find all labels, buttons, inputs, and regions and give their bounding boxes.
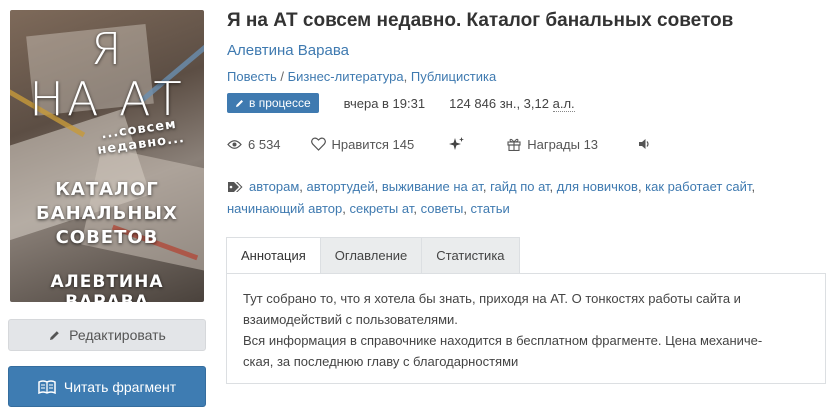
genre-link[interactable]: Повесть [227, 69, 277, 84]
heart-icon [310, 137, 326, 151]
tag-link[interactable]: начинающий автор [227, 201, 342, 216]
edit-button-label: Редактировать [69, 327, 166, 343]
gift-icon [507, 138, 521, 151]
book-icon [38, 379, 56, 394]
annotation-panel: Тут собрано то, что я хотела бы знать, п… [226, 273, 826, 384]
eye-icon [227, 139, 242, 149]
likes-label: Нравится 145 [331, 136, 415, 152]
pencil-icon [48, 329, 61, 342]
genres: Повесть / Бизнес-литература, Публицистик… [227, 69, 497, 84]
book-cover[interactable]: Я НА АТ ...совсем недавно... КАТАЛОГ БАН… [10, 10, 204, 302]
cover-catalog-line-2: БАНАЛЬНЫХ СОВЕТОВ [36, 203, 178, 248]
pencil-icon [236, 100, 243, 107]
cover-catalog-text: КАТАЛОГ БАНАЛЬНЫХ СОВЕТОВ [10, 178, 204, 250]
annotation-line: Тут собрано то, что я хотела бы знать, п… [243, 291, 741, 306]
cover-title-line-1: Я [90, 24, 124, 75]
genre-link[interactable]: Бизнес-литература [288, 69, 404, 84]
updated-time: вчера в 19:31 [343, 95, 426, 111]
sparkle-button[interactable] [449, 137, 465, 151]
tag-link[interactable]: гайд по ат [490, 179, 549, 194]
cover-catalog-line-1: КАТАЛОГ [55, 179, 159, 200]
tag-link[interactable]: статьи [471, 201, 510, 216]
views-count: 6 534 [248, 136, 281, 152]
book-size-chars: 124 846 зн., 3,12 [449, 95, 549, 111]
tags-list: авторам, автортудей, выживание на ат, га… [227, 179, 756, 216]
tab-statistics[interactable]: Статистика [422, 237, 520, 274]
genre-link[interactable]: Публицистика [411, 69, 496, 84]
book-meta: в процессе вчера в 19:31 124 846 зн., 3,… [227, 92, 575, 114]
author-link[interactable]: Алевтина Варава [227, 42, 349, 59]
tab-contents[interactable]: Оглавление [320, 237, 423, 274]
author-sheets-abbr: а.л. [552, 95, 575, 112]
tag-link[interactable]: автортудей [307, 179, 375, 194]
annotation-line: ская, за последнюю главу с благодарностя… [243, 354, 519, 369]
annotation-line: Вся информация в справочнике находится в… [243, 333, 763, 348]
status-badge: в процессе [227, 93, 319, 113]
tab-annotation[interactable]: Аннотация [226, 237, 321, 274]
tag-link[interactable]: как работает сайт [645, 179, 751, 194]
cover-author: АЛЕВТИНА ВАРАВА [50, 272, 164, 302]
read-fragment-button[interactable]: Читать фрагмент [8, 366, 206, 407]
tag-link[interactable]: для новичков [557, 179, 638, 194]
book-stats: 6 534 Нравится 145 Награды 13 [227, 134, 650, 154]
tag-icon [228, 182, 243, 192]
tag-link[interactable]: авторам [249, 179, 299, 194]
status-label: в процессе [249, 96, 311, 110]
tag-link[interactable]: выживание на ат [382, 179, 483, 194]
awards-label: Награды 13 [527, 136, 599, 152]
book-title: Я на АТ совсем недавно. Каталог банальны… [227, 10, 734, 31]
read-fragment-label: Читать фрагмент [63, 378, 177, 395]
annotation-line: взаимодействий с пользователями. [243, 312, 458, 327]
edit-button[interactable]: Редактировать [8, 319, 206, 351]
tag-link[interactable]: советы [421, 201, 464, 216]
tabs: Аннотация Оглавление Статистика [226, 237, 520, 274]
tag-link[interactable]: секреты ат [350, 201, 414, 216]
book-size: 124 846 зн., 3,12 а.л. [449, 95, 575, 112]
awards-button[interactable]: Награды 13 [507, 137, 598, 152]
like-button[interactable]: Нравится 145 [310, 136, 415, 152]
speaker-icon [639, 139, 649, 149]
audio-button[interactable] [638, 138, 650, 150]
sparkle-icon [449, 137, 465, 150]
views-stat: 6 534 [227, 137, 281, 152]
